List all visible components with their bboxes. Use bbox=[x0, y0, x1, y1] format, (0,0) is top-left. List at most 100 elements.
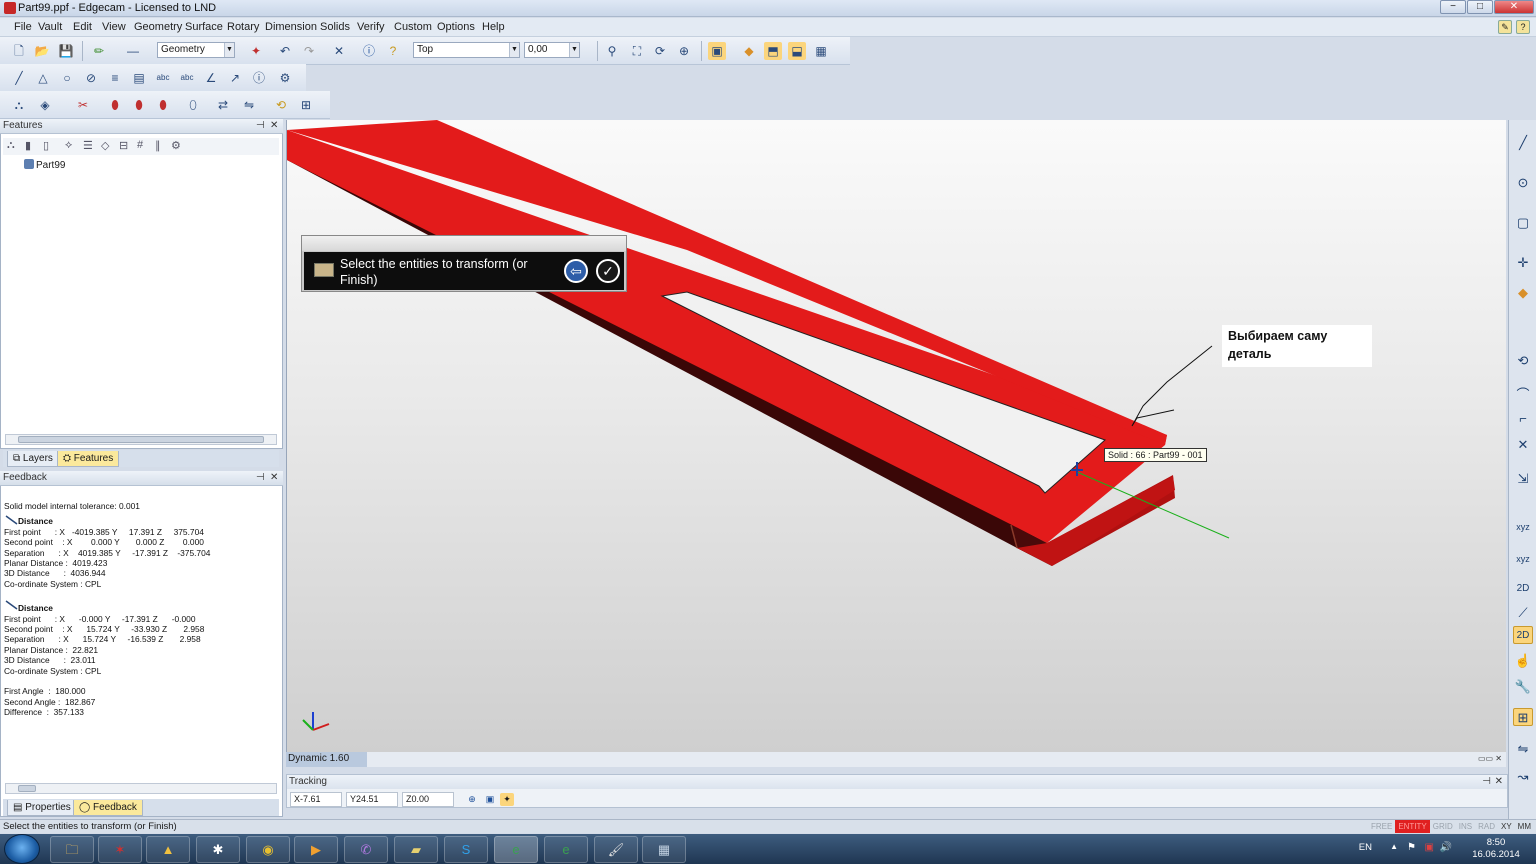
mirror-icon[interactable]: ⇋ bbox=[240, 96, 258, 114]
menu-file[interactable]: File bbox=[14, 21, 32, 33]
status-flag-mm[interactable]: MM bbox=[1515, 820, 1534, 833]
feature-tool-3-icon[interactable]: ▯ bbox=[43, 139, 49, 152]
edgecam-taskbar-icon[interactable]: e bbox=[494, 836, 538, 863]
close-panel-icon[interactable]: ✕ bbox=[270, 471, 278, 485]
network-icon[interactable]: ▣ bbox=[1425, 842, 1434, 853]
pro-app-taskbar-icon[interactable]: ▲ bbox=[146, 836, 190, 863]
tray-expand-icon[interactable]: ▲ bbox=[1390, 842, 1398, 851]
shaded-view-icon[interactable]: ▣ bbox=[708, 42, 726, 60]
red-solid-2-icon[interactable]: ⬮ bbox=[130, 96, 148, 114]
cursor-icon[interactable]: ☝ bbox=[1513, 652, 1533, 670]
maximize-button[interactable]: □ bbox=[1467, 0, 1493, 14]
red-solid-icon[interactable]: ⬮ bbox=[106, 96, 124, 114]
menu-view[interactable]: View bbox=[102, 21, 126, 33]
volume-icon[interactable]: 🔊 bbox=[1440, 842, 1452, 853]
feedback-hscrollbar[interactable] bbox=[5, 783, 277, 794]
viber-taskbar-icon[interactable]: ✆ bbox=[344, 836, 388, 863]
menu-solids[interactable]: Solids bbox=[320, 21, 350, 33]
graphics-viewport[interactable] bbox=[286, 120, 1506, 752]
edgecam-app-icon[interactable] bbox=[4, 2, 16, 14]
snap-icon[interactable]: ⚲ bbox=[603, 42, 621, 60]
status-flag-entity[interactable]: ENTITY bbox=[1395, 820, 1430, 833]
abc-edit-icon[interactable]: abc bbox=[178, 69, 196, 87]
tab-properties[interactable]: ▤ Properties bbox=[7, 800, 77, 816]
flag-icon[interactable]: ⚑ bbox=[1407, 842, 1416, 853]
pin-icon[interactable]: ⊣ bbox=[256, 119, 265, 133]
corner-icon[interactable]: ⌐ bbox=[1513, 410, 1533, 428]
notes-taskbar-icon[interactable]: ▰ bbox=[394, 836, 438, 863]
wire-view-icon[interactable]: ⬓ bbox=[788, 42, 806, 60]
2d-mode-icon[interactable]: 2D bbox=[1513, 626, 1533, 644]
wrench-icon[interactable]: 🔧 bbox=[1513, 678, 1533, 696]
grid-icon[interactable]: ▦ bbox=[812, 42, 830, 60]
hatch-tool-icon[interactable]: ▤ bbox=[130, 69, 148, 87]
extend-icon[interactable]: ⇲ bbox=[1513, 470, 1533, 488]
close-button[interactable]: ✕ bbox=[1494, 0, 1534, 14]
fillet-icon[interactable]: ⌒ bbox=[1513, 386, 1533, 404]
chrome-taskbar-icon[interactable]: ◉ bbox=[246, 836, 290, 863]
clock[interactable]: 8:50 16.06.2014 bbox=[1466, 837, 1526, 861]
menu-dimension[interactable]: Dimension bbox=[265, 21, 317, 33]
feature-tool-10-icon[interactable]: ⚙ bbox=[171, 139, 181, 152]
viewport-window-controls[interactable]: ▭▭ ✕ bbox=[1478, 754, 1502, 763]
pin-icon[interactable]: ⊣ bbox=[256, 471, 265, 485]
new-file-icon[interactable]: 🗋 bbox=[10, 42, 28, 60]
layer-select[interactable]: Geometry ▼ bbox=[157, 42, 235, 58]
feature-tool-7-icon[interactable]: ⊟ bbox=[119, 139, 128, 152]
feature-tool-4-icon[interactable]: ⟡ bbox=[65, 139, 72, 152]
undo-icon[interactable]: ↶ bbox=[276, 42, 294, 60]
measure-info-icon[interactable]: ⓘ bbox=[250, 69, 268, 87]
color-picker-icon[interactable]: ✏ bbox=[90, 42, 108, 60]
close-panel-icon[interactable]: ✕ bbox=[1495, 775, 1503, 788]
status-flag-grid[interactable]: GRID bbox=[1430, 820, 1456, 833]
text-tool-icon[interactable]: ≡ bbox=[106, 69, 124, 87]
open-folder-icon[interactable]: 📂 bbox=[33, 42, 51, 60]
triangle-tool-icon[interactable]: △ bbox=[34, 69, 52, 87]
info-icon[interactable]: ⓘ bbox=[360, 42, 378, 60]
red-solid-3-icon[interactable]: ⬮ bbox=[154, 96, 172, 114]
solid-edit-icon[interactable]: ✂ bbox=[74, 96, 92, 114]
edgecam-2-taskbar-icon[interactable]: e bbox=[544, 836, 588, 863]
menu-custom[interactable]: Custom bbox=[394, 21, 432, 33]
language-indicator[interactable]: EN bbox=[1359, 842, 1372, 853]
close-panel-icon[interactable]: ✕ bbox=[270, 119, 278, 133]
menu-help[interactable]: Help bbox=[482, 21, 505, 33]
customize-icon[interactable]: ✎ bbox=[1498, 20, 1512, 34]
trim-icon[interactable]: ✕ bbox=[1513, 436, 1533, 454]
transform-tool-icon[interactable]: ⊞ bbox=[1513, 708, 1533, 726]
feature-tool-5-icon[interactable]: ☰ bbox=[83, 139, 93, 152]
skype-taskbar-icon[interactable]: S bbox=[444, 836, 488, 863]
2d-icon[interactable]: 2D bbox=[1513, 580, 1533, 598]
grey-solid-icon[interactable]: ⬯ bbox=[184, 96, 202, 114]
redo-icon[interactable]: ↷ bbox=[300, 42, 318, 60]
status-flag-ins[interactable]: INS bbox=[1456, 820, 1475, 833]
paint-icon[interactable]: ✦ bbox=[247, 42, 265, 60]
media-taskbar-icon[interactable]: ▶ bbox=[294, 836, 338, 863]
status-flag-free[interactable]: FREE bbox=[1368, 820, 1395, 833]
part-model[interactable] bbox=[287, 120, 1506, 752]
query-icon[interactable]: ? bbox=[384, 42, 402, 60]
rectangle-icon[interactable]: ▢ bbox=[1513, 214, 1533, 232]
depth-input[interactable]: 0,00 ▼ bbox=[524, 42, 580, 58]
back-button[interactable]: ⇦ bbox=[564, 259, 588, 283]
xyz-icon[interactable]: xyz bbox=[1513, 518, 1533, 536]
menu-surface[interactable]: Surface bbox=[185, 21, 223, 33]
menu-edit[interactable]: Edit bbox=[73, 21, 92, 33]
array-icon[interactable]: ⊞ bbox=[297, 96, 315, 114]
lock-icon[interactable]: ✦ bbox=[500, 793, 514, 806]
finish-button[interactable]: ✓ bbox=[596, 259, 620, 283]
move-tool-icon[interactable]: ↝ bbox=[1513, 768, 1533, 786]
xyz-offset-icon[interactable]: xyz bbox=[1513, 550, 1533, 568]
feature-tool-2-icon[interactable]: ▮ bbox=[25, 139, 31, 152]
cpl-icon[interactable]: ▣ bbox=[483, 793, 497, 806]
menu-rotary[interactable]: Rotary bbox=[227, 21, 259, 33]
tree-item-part[interactable]: Part99 bbox=[24, 159, 65, 171]
arc-tool-icon[interactable]: ⊘ bbox=[82, 69, 100, 87]
red-app-taskbar-icon[interactable]: ✶ bbox=[98, 836, 142, 863]
tab-features[interactable]: ⛭ Features bbox=[57, 451, 120, 467]
tab-layers[interactable]: ⧉ Layers bbox=[7, 451, 59, 467]
polyline-icon[interactable]: ╱ bbox=[1513, 134, 1533, 152]
solid-view-icon[interactable]: ◆ bbox=[740, 42, 758, 60]
feature-tool-6-icon[interactable]: ◇ bbox=[101, 139, 109, 152]
paint-taskbar-icon[interactable]: 🖌 bbox=[594, 836, 638, 863]
